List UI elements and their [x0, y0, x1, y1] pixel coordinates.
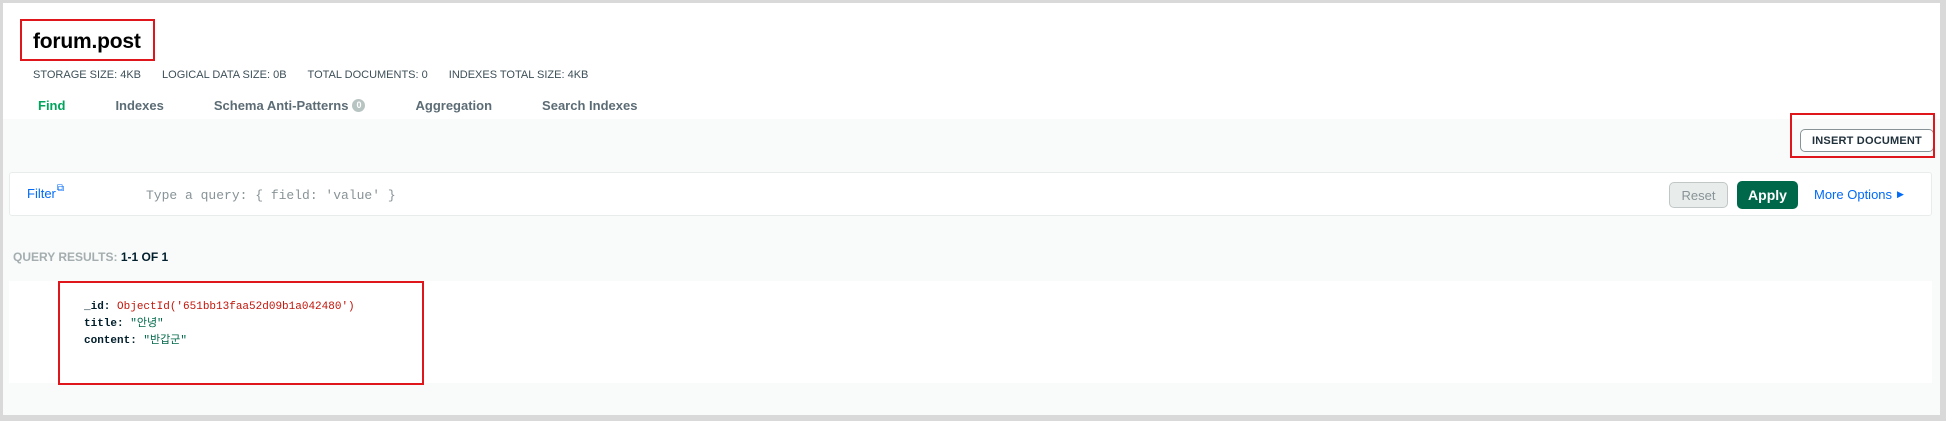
- tab-count-badge: 0: [352, 99, 366, 112]
- stat-total-documents: TOTAL DOCUMENTS: 0: [307, 69, 428, 81]
- filter-link[interactable]: Filter ⧉: [27, 183, 65, 201]
- query-results-range: 1-1 OF 1: [120, 250, 169, 264]
- more-options-label: More Options: [1814, 187, 1893, 202]
- document-fields: _id: ObjectId('651bb13faa52d09b1a042480'…: [84, 299, 355, 350]
- tab-schema-anti-patterns-label: Schema Anti-Patterns: [213, 98, 349, 113]
- field-value: ObjectId('651bb13faa52d09b1a042480'): [117, 301, 355, 313]
- field-value: "안녕": [130, 318, 164, 330]
- filter-label: Filter: [27, 186, 56, 201]
- stat-indexes-total-size: INDEXES TOTAL SIZE: 4KB: [448, 69, 589, 81]
- collection-tabs: Find Indexes Schema Anti-Patterns 0 Aggr…: [38, 98, 687, 113]
- insert-document-button[interactable]: INSERT DOCUMENT: [1800, 129, 1934, 152]
- field-value: "반갑군": [143, 335, 187, 347]
- collection-stats: STORAGE SIZE: 4KB LOGICAL DATA SIZE: 0B …: [33, 69, 588, 81]
- tab-search-indexes[interactable]: Search Indexes: [542, 98, 637, 113]
- filter-bar: Filter ⧉ Reset Apply More Options ▶: [9, 172, 1932, 216]
- collection-title: forum.post: [33, 30, 141, 53]
- apply-button[interactable]: Apply: [1737, 181, 1798, 209]
- document-field-title: title: "안녕": [84, 316, 355, 333]
- query-results-label: QUERY RESULTS:: [13, 250, 118, 264]
- reset-button[interactable]: Reset: [1669, 182, 1728, 208]
- tab-aggregation[interactable]: Aggregation: [415, 98, 492, 113]
- query-results-count: QUERY RESULTS: 1-1 OF 1: [13, 250, 168, 264]
- field-key: _id:: [84, 301, 111, 313]
- document-field-id: _id: ObjectId('651bb13faa52d09b1a042480'…: [84, 299, 355, 316]
- tab-indexes[interactable]: Indexes: [115, 98, 163, 113]
- field-key: title:: [84, 318, 124, 330]
- stat-logical-data-size: LOGICAL DATA SIZE: 0B: [162, 69, 287, 81]
- caret-right-icon: ▶: [1897, 189, 1904, 199]
- field-key: content:: [84, 335, 137, 347]
- tab-find[interactable]: Find: [38, 98, 65, 113]
- collection-view: forum.post STORAGE SIZE: 4KB LOGICAL DAT…: [3, 3, 1940, 415]
- external-link-icon: ⧉: [56, 183, 65, 194]
- query-input[interactable]: [146, 183, 1326, 207]
- tab-schema-anti-patterns[interactable]: Schema Anti-Patterns 0: [214, 98, 366, 113]
- stat-storage-size: STORAGE SIZE: 4KB: [33, 69, 142, 81]
- more-options-button[interactable]: More Options ▶: [1814, 187, 1904, 202]
- document-field-content: content: "반갑군": [84, 333, 355, 350]
